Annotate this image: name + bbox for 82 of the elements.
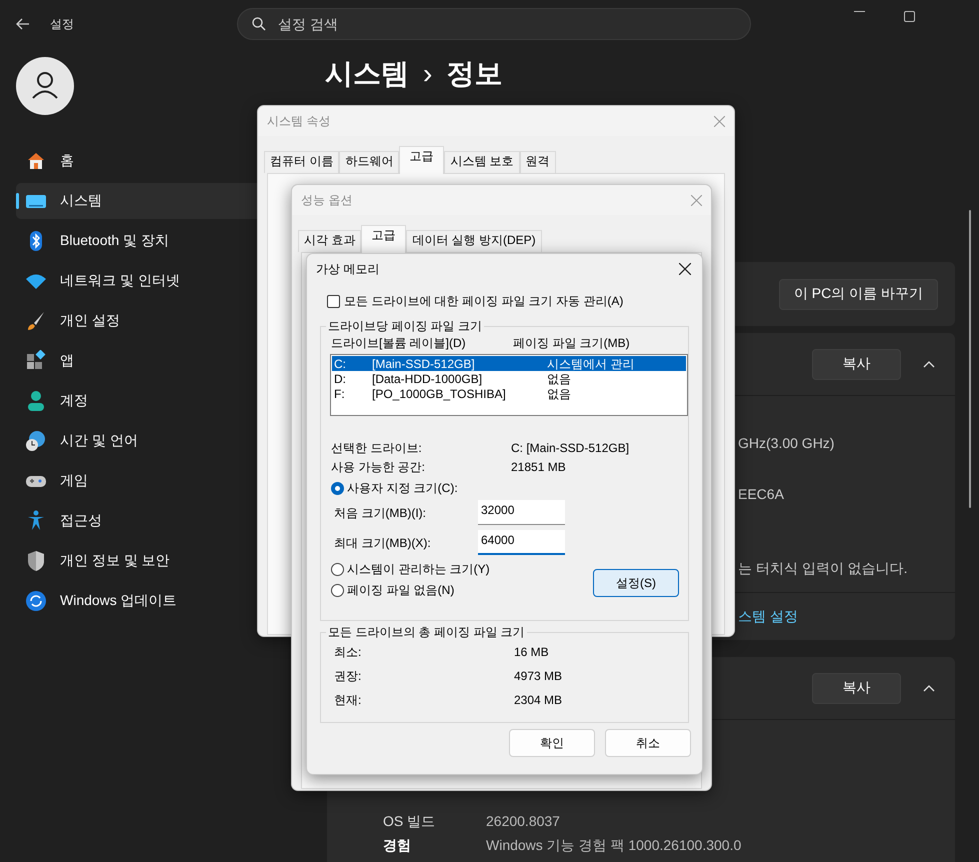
- radio-button[interactable]: [331, 482, 344, 494]
- checkbox[interactable]: [327, 294, 340, 308]
- copy-button[interactable]: 복사: [812, 348, 901, 380]
- spec-label: OS 빌드: [383, 813, 436, 831]
- scrollbar[interactable]: [969, 210, 971, 508]
- checkbox-label: 모든 드라이브에 대한 페이징 파일 크기 자동 관리(A): [344, 294, 624, 308]
- rename-button[interactable]: 이 PC의 이름 바꾸기: [778, 278, 938, 310]
- info-label: 선택한 드라이브:: [331, 441, 423, 455]
- sync-icon: [25, 590, 47, 612]
- drive-row[interactable]: C: [Main-SSD-512GB] 시스템에서 관리: [332, 356, 686, 371]
- info-value: 21851 MB: [511, 460, 567, 474]
- sidebar-item[interactable]: Windows 업데이트: [16, 583, 316, 619]
- system-settings-link[interactable]: 스템 설정: [738, 608, 798, 626]
- tab[interactable]: 데이터 실행 방지(DEP): [406, 230, 542, 252]
- max-size-field[interactable]: 64000: [478, 530, 565, 555]
- avatar-icon: [16, 57, 74, 115]
- tab[interactable]: 원격: [520, 151, 556, 173]
- spec-value: 는 터치식 입력이 없습니다.: [738, 560, 908, 576]
- minimize-icon[interactable]: [854, 11, 865, 13]
- info-value: 16 MB: [514, 645, 550, 659]
- sidebar-item[interactable]: 네트워크 및 인터넷: [16, 263, 316, 299]
- info-label: 현재:: [334, 693, 362, 707]
- info-value: C: [Main-SSD-512GB]: [511, 441, 630, 455]
- radio-label: 시스템이 관리하는 크기(Y): [347, 562, 490, 576]
- search-icon: [252, 17, 266, 31]
- field-label: 처음 크기(MB)(I):: [334, 506, 427, 520]
- group-title: 모든 드라이브의 총 페이징 파일 크기: [327, 625, 526, 639]
- column-header: 페이징 파일 크기(MB): [513, 336, 630, 350]
- sidebar-item[interactable]: 게임: [16, 463, 316, 499]
- breadcrumb-separator: ›: [423, 58, 432, 90]
- back-icon[interactable]: [16, 18, 30, 30]
- sidebar-item[interactable]: 접근성: [16, 503, 316, 539]
- shield-icon: [25, 550, 47, 572]
- apps-icon: [25, 350, 47, 372]
- drive-row[interactable]: F: [PO_1000GB_TOSHIBA] 없음: [332, 386, 686, 401]
- sidebar-item[interactable]: 개인 정보 및 보안: [16, 543, 316, 579]
- spec-value: EEC6A: [738, 486, 784, 502]
- search-field[interactable]: 설정 검색: [237, 8, 751, 40]
- chevron-icon[interactable]: [923, 360, 935, 368]
- radio-button[interactable]: [331, 562, 344, 576]
- spec-value: Windows 기능 경험 팩 1000.26100.300.0: [486, 837, 742, 855]
- radio-label: 사용자 지정 크기(C):: [347, 481, 458, 495]
- info-label: 최소:: [334, 645, 362, 659]
- dialog-title: 가상 메모리: [316, 262, 380, 276]
- info-label: 권장:: [334, 669, 362, 683]
- info-value: 4973 MB: [514, 669, 564, 683]
- copy-button[interactable]: 복사: [812, 672, 901, 704]
- sidebar-item[interactable]: 개인 설정: [16, 303, 316, 339]
- info-value: 2304 MB: [514, 693, 564, 707]
- tab[interactable]: 시각 효과: [298, 230, 362, 252]
- ok-button[interactable]: 확인: [509, 729, 595, 757]
- drive-row[interactable]: D: [Data-HDD-1000GB] 없음: [332, 371, 686, 386]
- spec-label: 경험: [383, 837, 412, 855]
- page-title: 정보: [446, 57, 502, 91]
- close-icon[interactable]: [679, 263, 691, 275]
- page-title: 시스템: [325, 57, 409, 91]
- radio-button[interactable]: [331, 584, 344, 596]
- initial-size-field[interactable]: 32000: [478, 500, 565, 525]
- tab[interactable]: 고급: [361, 225, 406, 253]
- drive-list[interactable]: C: [Main-SSD-512GB] 시스템에서 관리 D: [Data-HDD-1000GB] 없음 F: [PO_1000GB_TOSHIBA] 없음: [330, 354, 688, 416]
- info-label: 사용 가능한 공간:: [331, 460, 426, 474]
- sidebar-item[interactable]: 앱: [16, 343, 316, 379]
- globe-clock-icon: [25, 430, 47, 452]
- tab[interactable]: 시스템 보호: [444, 151, 520, 173]
- tab[interactable]: 고급: [399, 146, 444, 174]
- person-icon: [25, 390, 47, 412]
- dialog-title: 시스템 속성: [267, 114, 330, 128]
- tab[interactable]: 컴퓨터 이름: [264, 151, 340, 173]
- set-button[interactable]: 설정(S): [593, 569, 679, 597]
- field-label: 최대 크기(MB)(X):: [334, 536, 432, 550]
- tab[interactable]: 하드웨어: [339, 151, 400, 173]
- sidebar-item[interactable]: 계정: [16, 383, 316, 419]
- maximize-icon[interactable]: [904, 11, 915, 22]
- group-title: 드라이브당 페이징 파일 크기: [327, 319, 484, 333]
- spec-value: GHz(3.00 GHz): [738, 435, 834, 451]
- cancel-button[interactable]: 취소: [605, 729, 691, 757]
- column-header: 드라이브[볼륨 레이블](D): [331, 336, 467, 350]
- radio-label: 페이징 파일 없음(N): [347, 583, 454, 597]
- spec-value: 26200.8037: [486, 813, 561, 831]
- chevron-icon[interactable]: [923, 684, 935, 692]
- sidebar-item[interactable]: 시간 및 언어: [16, 423, 316, 459]
- app-title: 설정: [50, 16, 74, 32]
